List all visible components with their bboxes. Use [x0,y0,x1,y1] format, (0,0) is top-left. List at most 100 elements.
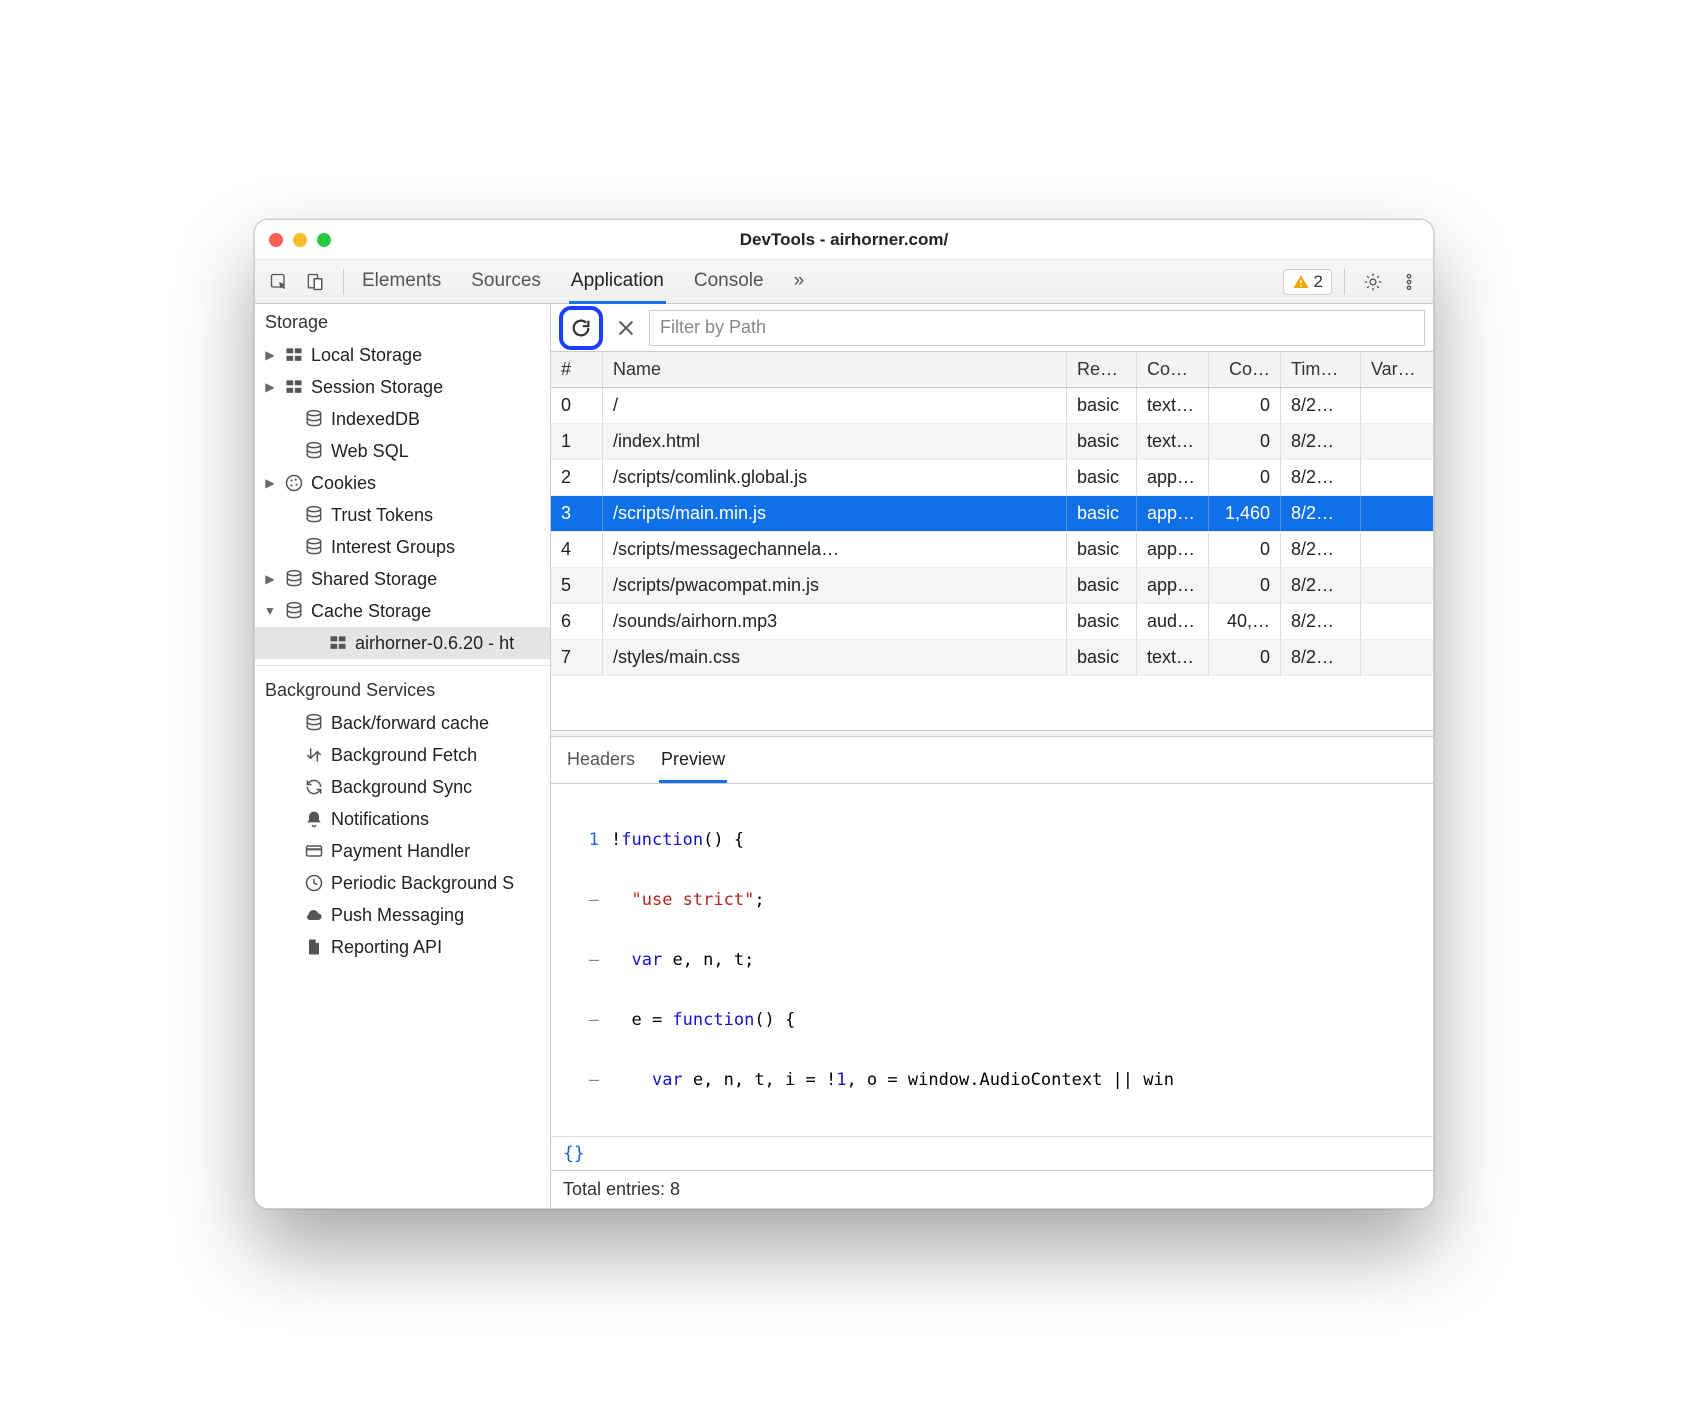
close-window-button[interactable] [269,233,283,247]
disclosure-icon[interactable]: ▶ [263,476,277,490]
sidebar-item-trust-tokens[interactable]: Trust Tokens [255,499,550,531]
sidebar-item-label: Trust Tokens [331,505,433,526]
tab-overflow[interactable]: » [792,260,807,304]
zoom-window-button[interactable] [317,233,331,247]
col-content-length[interactable]: Co… [1209,352,1281,387]
cell-name: /scripts/messagechannela… [603,532,1067,567]
table-row[interactable]: 4/scripts/messagechannela…basicapp…08/2… [551,532,1433,568]
fold-marker[interactable]: – [551,1010,611,1030]
warnings-count: 2 [1314,272,1323,292]
fetch-icon [303,744,325,766]
col-index[interactable]: # [551,352,603,387]
fold-marker[interactable]: – [551,1070,611,1090]
grid-icon [283,344,305,366]
split-handle[interactable] [551,730,1433,737]
sidebar-item-local-storage[interactable]: ▶ Local Storage [255,339,550,371]
cell-name: /scripts/comlink.global.js [603,460,1067,495]
col-response[interactable]: Res… [1067,352,1137,387]
cell-response: basic [1067,604,1137,639]
sidebar-item-interest-groups[interactable]: Interest Groups [255,531,550,563]
tab-application[interactable]: Application [569,260,666,304]
cell-index: 2 [551,460,603,495]
cell-response: basic [1067,496,1137,531]
more-icon[interactable] [1393,266,1425,298]
cell-content-length: 0 [1209,640,1281,675]
code-preview: 1!function() { – "use strict"; – var e, … [551,784,1433,1136]
table-row[interactable]: 7/styles/main.cssbasictext…08/2… [551,640,1433,676]
sidebar-item-shared-storage[interactable]: ▶Shared Storage [255,563,550,595]
sidebar-item-label: Local Storage [311,345,422,366]
cell-content-type: app… [1137,460,1209,495]
file-icon [303,936,325,958]
settings-icon[interactable] [1357,266,1389,298]
sidebar-item-airhorner-0-6-20-ht[interactable]: airhorner-0.6.20 - ht [255,627,550,659]
db-icon [303,536,325,558]
sidebar-item-indexeddb[interactable]: IndexedDB [255,403,550,435]
traffic-lights [269,233,331,247]
window-title: DevTools - airhorner.com/ [255,230,1433,250]
sidebar-item-notifications[interactable]: Notifications [255,803,550,835]
tab-console[interactable]: Console [692,260,766,304]
cell-index: 1 [551,424,603,459]
separator [255,665,550,666]
disclosure-icon[interactable]: ▼ [263,604,277,618]
fold-marker[interactable]: – [551,950,611,970]
disclosure-icon[interactable]: ▶ [263,348,277,362]
sidebar-item-cache-storage[interactable]: ▼Cache Storage [255,595,550,627]
sidebar-item-back-forward-cache[interactable]: Back/forward cache [255,707,550,739]
cell-content-type: app… [1137,496,1209,531]
sidebar-item-payment-handler[interactable]: Payment Handler [255,835,550,867]
sidebar-item-label: Web SQL [331,441,409,462]
filter-input[interactable] [649,310,1425,346]
sidebar-item-background-fetch[interactable]: Background Fetch [255,739,550,771]
cell-index: 5 [551,568,603,603]
col-time[interactable]: Tim… [1281,352,1361,387]
sidebar-item-periodic-background-s[interactable]: Periodic Background S [255,867,550,899]
cell-vary [1361,424,1433,459]
disclosure-icon[interactable]: ▶ [263,380,277,394]
table-body: 0/basictext…08/2…1/index.htmlbasictext…0… [551,388,1433,730]
col-name[interactable]: Name [603,352,1067,387]
sidebar-item-session-storage[interactable]: ▶ Session Storage [255,371,550,403]
minimize-window-button[interactable] [293,233,307,247]
braces-indicator[interactable]: {} [551,1136,1433,1170]
table-row[interactable]: 6/sounds/airhorn.mp3basicaud…40,…8/2… [551,604,1433,640]
clear-button[interactable] [611,313,641,343]
tab-sources[interactable]: Sources [469,260,543,304]
cell-vary [1361,496,1433,531]
cell-index: 3 [551,496,603,531]
detail-tabs: Headers Preview [551,737,1433,784]
table-row[interactable]: 2/scripts/comlink.global.jsbasicapp…08/2… [551,460,1433,496]
inspect-element-icon[interactable] [263,266,295,298]
col-content-type[interactable]: Co… [1137,352,1209,387]
panel-tabs: Elements Sources Application Console » [356,260,806,304]
detail-tab-headers[interactable]: Headers [565,745,637,783]
cookie-icon [283,472,305,494]
sidebar-item-label: Session Storage [311,377,443,398]
disclosure-icon[interactable]: ▶ [263,572,277,586]
sidebar-item-cookies[interactable]: ▶Cookies [255,467,550,499]
tab-elements[interactable]: Elements [360,260,443,304]
table-row[interactable]: 1/index.htmlbasictext…08/2… [551,424,1433,460]
cell-content-type: app… [1137,568,1209,603]
cell-index: 6 [551,604,603,639]
sidebar-item-label: Background Sync [331,777,472,798]
table-row[interactable]: 0/basictext…08/2… [551,388,1433,424]
db-icon [303,408,325,430]
cell-content-type: text… [1137,640,1209,675]
cell-index: 7 [551,640,603,675]
table-row[interactable]: 3/scripts/main.min.jsbasicapp…1,4608/2… [551,496,1433,532]
sidebar-item-web-sql[interactable]: Web SQL [255,435,550,467]
warnings-badge[interactable]: 2 [1283,269,1332,295]
cell-content-length: 40,… [1209,604,1281,639]
table-row[interactable]: 5/scripts/pwacompat.min.jsbasicapp…08/2… [551,568,1433,604]
sidebar-item-background-sync[interactable]: Background Sync [255,771,550,803]
device-toolbar-icon[interactable] [299,266,331,298]
fold-marker[interactable]: – [551,890,611,910]
refresh-button[interactable] [566,313,596,343]
sidebar-item-reporting-api[interactable]: Reporting API [255,931,550,963]
sidebar-item-push-messaging[interactable]: Push Messaging [255,899,550,931]
application-sidebar: Storage ▶Local Storage▶Session StorageIn… [255,304,551,1208]
col-vary[interactable]: Var… [1361,352,1433,387]
detail-tab-preview[interactable]: Preview [659,745,727,783]
